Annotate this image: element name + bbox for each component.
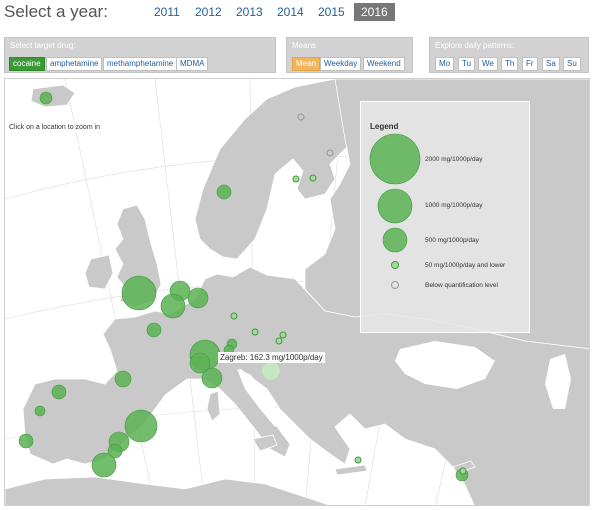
legend-circle-2000 bbox=[369, 133, 421, 185]
city-bubble[interactable] bbox=[230, 312, 238, 320]
city-bubble[interactable] bbox=[121, 275, 157, 311]
city-bubble[interactable] bbox=[216, 184, 232, 200]
city-bubble[interactable] bbox=[18, 433, 34, 449]
map-hint: Click on a location to zoom in bbox=[9, 124, 101, 131]
means-option-mean[interactable]: Mean bbox=[292, 57, 321, 71]
means-title: Means bbox=[292, 41, 317, 50]
year-selector-title: Select a year: bbox=[4, 2, 108, 21]
day-option-fr[interactable]: Fr bbox=[522, 57, 538, 71]
city-bubble[interactable] bbox=[91, 452, 117, 478]
city-bubble[interactable] bbox=[251, 328, 259, 336]
year-button-2013[interactable]: 2013 bbox=[232, 3, 267, 21]
land-north-africa bbox=[5, 476, 331, 505]
legend-circle-500 bbox=[382, 227, 408, 253]
year-button-2014[interactable]: 2014 bbox=[273, 3, 308, 21]
city-bubble[interactable] bbox=[160, 293, 186, 319]
daily-patterns-title: Explore daily patterns: bbox=[435, 41, 515, 50]
year-button-2015[interactable]: 2015 bbox=[314, 3, 349, 21]
drug-option-mdma[interactable]: MDMA bbox=[176, 57, 209, 71]
day-option-we[interactable]: We bbox=[478, 57, 498, 71]
drug-option-methamphetamine[interactable]: methamphetamine bbox=[103, 57, 178, 71]
legend-circle-1000 bbox=[377, 188, 413, 224]
city-bubble[interactable] bbox=[114, 370, 132, 388]
city-bubble[interactable] bbox=[309, 174, 317, 182]
city-bubble[interactable] bbox=[187, 287, 209, 309]
means-option-weekend[interactable]: Weekend bbox=[363, 57, 405, 71]
city-bubble[interactable] bbox=[459, 467, 467, 475]
map-tooltip: Zagreb: 162.3 mg/1000p/day bbox=[218, 352, 325, 363]
legend-label-1000: 1000 mg/1000p/day bbox=[425, 202, 483, 209]
year-selector: Select a year: 2011 2012 2013 2014 2015 … bbox=[0, 0, 600, 30]
year-button-2011[interactable]: 2011 bbox=[150, 3, 184, 21]
map-legend: Legend 2000 mg/1000p/day 1000 mg/1000p/d… bbox=[360, 101, 530, 333]
daily-patterns-panel: Explore daily patterns: Mo Tu We Th Fr S… bbox=[429, 37, 589, 73]
day-option-su[interactable]: Su bbox=[563, 57, 581, 71]
drug-option-cocaine[interactable]: cocaine bbox=[9, 57, 45, 71]
legend-circle-50 bbox=[391, 261, 399, 269]
drug-selector-panel: Select target drug: cocaine amphetamine … bbox=[4, 37, 276, 73]
city-bubble[interactable] bbox=[261, 361, 281, 381]
legend-symbols bbox=[369, 133, 421, 289]
city-bubble[interactable] bbox=[201, 367, 223, 389]
city-bubble[interactable] bbox=[146, 322, 162, 338]
day-option-mo[interactable]: Mo bbox=[435, 57, 455, 71]
legend-label-500: 500 mg/1000p/day bbox=[425, 237, 479, 244]
year-button-2016[interactable]: 2016 bbox=[354, 3, 395, 21]
day-option-tu[interactable]: Tu bbox=[458, 57, 476, 71]
land-crete bbox=[334, 464, 368, 476]
legend-label-50: 50 mg/1000p/day and lower bbox=[425, 262, 506, 269]
city-bubble[interactable] bbox=[275, 337, 283, 345]
means-panel: Means Mean Weekday Weekend bbox=[286, 37, 413, 73]
day-option-th[interactable]: Th bbox=[501, 57, 519, 71]
city-bubble[interactable] bbox=[279, 331, 287, 339]
city-bubble[interactable] bbox=[124, 409, 158, 443]
land-sardinia bbox=[206, 390, 221, 422]
city-bubble[interactable] bbox=[39, 91, 53, 105]
drug-option-amphetamine[interactable]: amphetamine bbox=[46, 57, 103, 71]
city-bubble[interactable] bbox=[34, 405, 46, 417]
year-button-2012[interactable]: 2012 bbox=[191, 3, 226, 21]
land-iceland bbox=[30, 84, 76, 108]
drug-selector-title: Select target drug: bbox=[10, 41, 76, 50]
day-option-sa[interactable]: Sa bbox=[542, 57, 560, 71]
city-bubble[interactable] bbox=[354, 456, 362, 464]
land-ireland bbox=[84, 254, 114, 290]
legend-label-2000: 2000 mg/1000p/day bbox=[425, 156, 483, 163]
legend-label-below: Below quantification level bbox=[425, 282, 498, 289]
city-bubble[interactable] bbox=[51, 384, 67, 400]
means-option-weekday[interactable]: Weekday bbox=[320, 57, 362, 71]
city-bubble[interactable] bbox=[292, 175, 300, 183]
legend-circle-below bbox=[391, 281, 399, 289]
map-view[interactable]: Click on a location to zoom in Zagreb: 1… bbox=[4, 78, 590, 506]
